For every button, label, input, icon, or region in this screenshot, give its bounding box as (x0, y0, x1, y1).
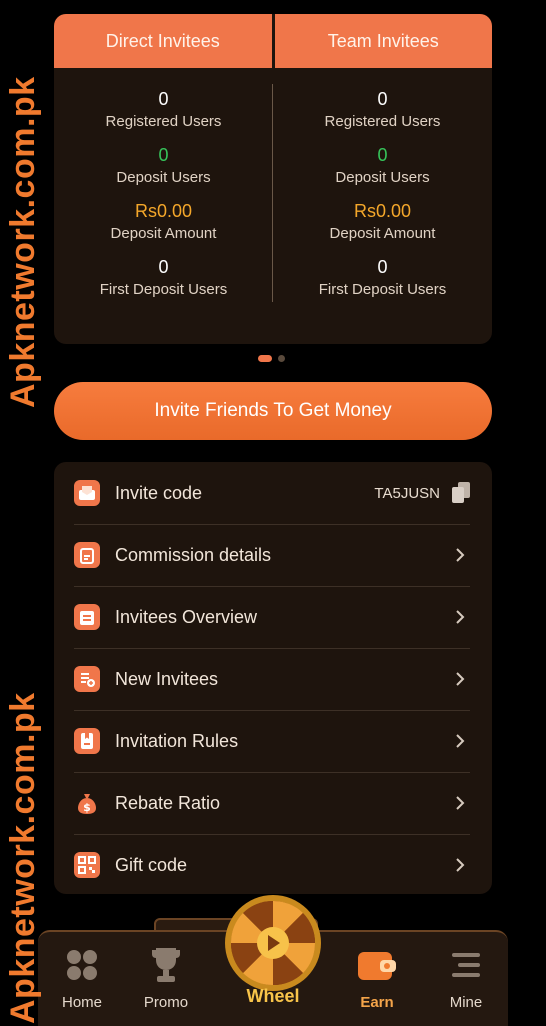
nav-promo[interactable]: Promo (126, 932, 206, 1026)
deposit-amount-label: Deposit Amount (329, 225, 436, 242)
copy-icon[interactable] (452, 482, 470, 504)
menu-item-label: Commission details (115, 544, 272, 565)
home-icon (64, 946, 100, 984)
carousel-dot[interactable] (278, 355, 285, 362)
wheel-button[interactable] (222, 892, 324, 994)
tab-team-invitees[interactable]: Team Invitees (271, 14, 492, 68)
menu-item-invite-code[interactable]: Invite code TA5JUSN (74, 462, 470, 525)
deposit-users-label: Deposit Users (335, 169, 430, 186)
menu-item-label: New Invitees (115, 668, 219, 689)
chevron-right-icon (450, 731, 470, 751)
registered-users-value: 0 (158, 89, 169, 109)
trophy-icon (148, 946, 184, 984)
chevron-right-icon (450, 793, 470, 813)
deposit-users-label: Deposit Users (116, 169, 211, 186)
watermark-text: Apknetwork.com.pk (4, 76, 42, 408)
deposit-users-value: 0 (377, 145, 388, 165)
invite-code-value: TA5JUSN (374, 484, 440, 502)
qr-icon (74, 852, 100, 878)
first-deposit-users-label: First Deposit Users (318, 281, 447, 298)
money-bag-icon: $ (74, 790, 100, 816)
nav-mine[interactable]: Mine (426, 932, 506, 1026)
deposit-amount-value: Rs0.00 (353, 201, 412, 221)
menu-item-label: Invitees Overview (115, 606, 258, 627)
invite-icon (74, 480, 100, 506)
nav-earn[interactable]: Earn (337, 932, 417, 1026)
menu-item-label: Invite code (115, 482, 203, 503)
chevron-right-icon (450, 545, 470, 565)
menu-item-commission-details[interactable]: Commission details (74, 524, 470, 587)
first-deposit-users-value: 0 (377, 257, 388, 277)
menu-item-gift-code[interactable]: Gift code (74, 834, 470, 896)
registered-users-label: Registered Users (324, 113, 441, 130)
overview-icon (74, 604, 100, 630)
invite-friends-button[interactable]: Invite Friends To Get Money (54, 382, 492, 440)
menu-item-invitation-rules[interactable]: Invitation Rules (74, 710, 470, 773)
menu-item-label: Gift code (115, 854, 188, 875)
nav-home[interactable]: Home (42, 932, 122, 1026)
menu-item-rebate-ratio[interactable]: $ Rebate Ratio (74, 772, 470, 835)
stats-header: Direct Invitees Team Invitees (54, 14, 492, 68)
carousel-dot-active[interactable] (258, 355, 272, 362)
invite-menu-list: Invite code TA5JUSN Commission details I… (54, 462, 492, 894)
watermark-text: Apknetwork.com.pk (4, 692, 42, 1024)
watermark-text: Apknetwork.com.pk (542, 692, 546, 1024)
rules-icon (74, 728, 100, 754)
menu-item-label: Rebate Ratio (115, 792, 221, 813)
deposit-amount-value: Rs0.00 (134, 201, 193, 221)
new-invitees-icon (74, 666, 100, 692)
chevron-right-icon (450, 607, 470, 627)
direct-invitees-column: 0 Registered Users 0 Deposit Users Rs0.0… (54, 68, 273, 344)
menu-item-label: Invitation Rules (115, 730, 239, 751)
commission-icon (74, 542, 100, 568)
menu-lines-icon (450, 946, 482, 984)
first-deposit-users-label: First Deposit Users (99, 281, 228, 298)
nav-earn-label: Earn (360, 994, 394, 1011)
chevron-right-icon (450, 669, 470, 689)
tab-direct-invitees[interactable]: Direct Invitees (54, 14, 272, 68)
nav-promo-label: Promo (143, 994, 189, 1011)
invitee-stats-card: Direct Invitees Team Invitees 0 Register… (54, 14, 492, 344)
nav-home-label: Home (61, 994, 102, 1011)
menu-item-invitees-overview[interactable]: Invitees Overview (74, 586, 470, 649)
team-invitees-column: 0 Registered Users 0 Deposit Users Rs0.0… (273, 68, 492, 344)
svg-text:$: $ (83, 801, 91, 814)
chevron-right-icon (450, 855, 470, 875)
watermark-text: Apknetwork.com.pk (542, 28, 546, 360)
registered-users-label: Registered Users (105, 113, 222, 130)
carousel-indicator[interactable] (258, 355, 285, 362)
first-deposit-users-value: 0 (158, 257, 169, 277)
registered-users-value: 0 (377, 89, 388, 109)
menu-item-new-invitees[interactable]: New Invitees (74, 648, 470, 711)
wallet-icon (356, 946, 398, 984)
nav-wheel-label[interactable]: Wheel (222, 986, 324, 1007)
deposit-users-value: 0 (158, 145, 169, 165)
nav-mine-label: Mine (449, 994, 483, 1011)
stats-divider (272, 84, 273, 302)
wheel-icon (225, 895, 321, 991)
deposit-amount-label: Deposit Amount (110, 225, 217, 242)
